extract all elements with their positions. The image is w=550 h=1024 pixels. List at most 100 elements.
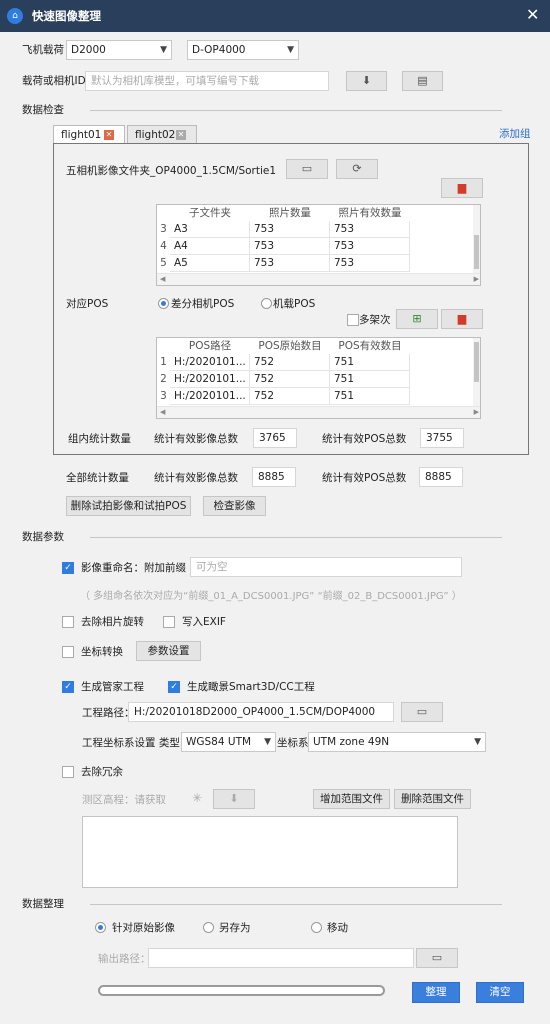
column-header: 照片数量: [269, 207, 311, 219]
column-header: POS路径: [188, 340, 232, 352]
payload-select[interactable]: D-OP4000 ▼: [187, 40, 299, 60]
range-file-list[interactable]: [82, 816, 458, 888]
vertical-scrollbar[interactable]: [473, 205, 480, 273]
param-settings-button[interactable]: 参数设置: [136, 641, 201, 661]
radio-onboard-pos[interactable]: [261, 298, 272, 309]
scroll-right-icon[interactable]: ▶: [474, 407, 479, 418]
tab-flight01[interactable]: flight01 ✕: [53, 125, 125, 144]
download-button[interactable]: ⬇: [346, 71, 387, 91]
section-data-params: 数据参数: [22, 531, 64, 543]
rename-hint: （ 多组命名依次对应为“前缀_01_A_DCS0001.JPG” “前缀_02_…: [80, 591, 462, 602]
radio-original-images[interactable]: [95, 922, 106, 933]
tab-flight02[interactable]: flight02 ✕: [127, 125, 197, 144]
remove-redundant-checkbox[interactable]: [62, 766, 74, 778]
row-number: 2: [160, 373, 167, 385]
close-tab-icon[interactable]: ✕: [176, 130, 186, 140]
project-path-input[interactable]: H:/20201018D2000_OP4000_1.5CM/DOP4000: [128, 702, 394, 722]
browse-project-button[interactable]: ▭: [401, 702, 443, 722]
group-img-total: 3765: [253, 428, 297, 448]
remove-test-images-button[interactable]: 删除试拍影像和试拍POS: [66, 496, 191, 516]
table-cell: 753: [330, 255, 410, 272]
total-pos-total: 8885: [419, 467, 463, 487]
camera-id-input[interactable]: 默认为相机库模型，可填写编号下载: [85, 71, 329, 91]
table-cell: 753: [250, 255, 330, 272]
radio-save-as[interactable]: [203, 922, 214, 933]
total-img-label: 统计有效影像总数: [154, 472, 238, 484]
write-exif-label: 写入EXIF: [182, 616, 226, 628]
crs-system-select[interactable]: UTM zone 49N ▼: [308, 732, 486, 752]
coord-convert-checkbox[interactable]: [62, 646, 74, 658]
pos-label: 对应POS: [66, 298, 109, 310]
get-elevation-button[interactable]: ⬇: [213, 789, 255, 809]
table-cell: 753: [330, 221, 410, 238]
scroll-left-icon[interactable]: ◀: [160, 407, 165, 418]
divider: [90, 904, 502, 905]
scroll-right-icon[interactable]: ▶: [474, 274, 479, 285]
browse-output-button[interactable]: ▭: [416, 948, 458, 968]
radio-move[interactable]: [311, 922, 322, 933]
horizontal-scrollbar[interactable]: ◀ ▶: [157, 406, 480, 418]
organize-button[interactable]: 整理: [412, 982, 460, 1003]
close-tab-icon[interactable]: ✕: [104, 130, 114, 140]
gen-smart3d-checkbox[interactable]: ✓: [168, 681, 180, 693]
add-pos-button[interactable]: ⊞: [396, 309, 438, 329]
refresh-button[interactable]: ⟳: [336, 159, 378, 179]
add-group-link[interactable]: 添加组: [499, 127, 531, 141]
radio-onboard-pos-label: 机载POS: [273, 298, 316, 310]
rename-label: 影像重命名：附加前缀: [81, 562, 186, 574]
crs-system-label: 坐标系: [277, 737, 309, 749]
coord-convert-label: 坐标转换: [81, 646, 123, 658]
camera-id-label: 载荷或相机ID: [22, 75, 86, 87]
radio-diff-pos-label: 差分相机POS: [171, 298, 235, 310]
divider: [90, 537, 502, 538]
clear-button[interactable]: 清空: [476, 982, 524, 1003]
delete-folder-button[interactable]: ▆: [441, 178, 483, 198]
chevron-down-icon: ▼: [264, 737, 271, 747]
image-table: 子文件夹 照片数量 照片有效数量 3 A3 753 753 4 A4 753 7…: [156, 204, 481, 286]
table-cell: H:/2020101...: [170, 388, 250, 405]
section-data-organize: 数据整理: [22, 898, 64, 910]
write-exif-checkbox[interactable]: [163, 616, 175, 628]
vertical-scrollbar[interactable]: [473, 338, 480, 406]
folder-icon: ▭: [301, 162, 313, 175]
download-icon: ⬇: [361, 74, 372, 87]
output-path-input[interactable]: [148, 948, 414, 968]
save-camera-button[interactable]: ▤: [402, 71, 443, 91]
crs-type-select[interactable]: WGS84 UTM ▼: [181, 732, 276, 752]
delete-pos-button[interactable]: ▆: [441, 309, 483, 329]
scroll-thumb[interactable]: [474, 235, 479, 269]
row-number: 5: [160, 257, 167, 269]
scroll-thumb[interactable]: [474, 342, 479, 382]
remove-redundant-label: 去除冗余: [81, 766, 123, 778]
aircraft-select[interactable]: D2000 ▼: [66, 40, 172, 60]
payload-value: D-OP4000: [192, 44, 246, 56]
rename-prefix-input[interactable]: 可为空: [190, 557, 462, 577]
pos-table: POS路径 POS原始数目 POS有效数目 1 H:/2020101... 75…: [156, 337, 481, 419]
rename-checkbox[interactable]: ✓: [62, 562, 74, 574]
crs-type-value: WGS84 UTM: [186, 736, 252, 748]
multi-sortie-checkbox[interactable]: [347, 314, 359, 326]
title-bar: ⌂ 快速图像整理 ✕: [0, 0, 550, 32]
radio-diff-pos[interactable]: [158, 298, 169, 309]
divider: [90, 110, 502, 111]
remove-rotation-checkbox[interactable]: [62, 616, 74, 628]
trash-icon: ▆: [457, 181, 467, 194]
gen-manager-checkbox[interactable]: ✓: [62, 681, 74, 693]
add-range-file-button[interactable]: 增加范围文件: [313, 789, 390, 809]
table-cell: 752: [250, 371, 330, 388]
table-cell: 751: [330, 371, 410, 388]
output-path-label: 输出路径：: [98, 953, 151, 965]
horizontal-scrollbar[interactable]: ◀ ▶: [157, 273, 480, 285]
scroll-left-icon[interactable]: ◀: [160, 274, 165, 285]
elevation-label: 测区高程：请获取: [82, 794, 166, 806]
close-icon[interactable]: ✕: [526, 6, 539, 24]
total-pos-label: 统计有效POS总数: [322, 472, 407, 484]
flight-panel: 五相机影像文件夹_OP4000_1.5CM/Sortie1 ▭ ⟳ ▆ 子文件夹…: [53, 143, 529, 455]
download-icon: ⬇: [229, 792, 239, 805]
check-images-button[interactable]: 检查影像: [203, 496, 266, 516]
table-cell: H:/2020101...: [170, 354, 250, 371]
gen-smart3d-label: 生成瞰景Smart3D/CC工程: [187, 681, 315, 693]
browse-folder-button[interactable]: ▭: [286, 159, 328, 179]
delete-range-file-button[interactable]: 删除范围文件: [394, 789, 471, 809]
tab-label: flight01: [61, 129, 102, 141]
